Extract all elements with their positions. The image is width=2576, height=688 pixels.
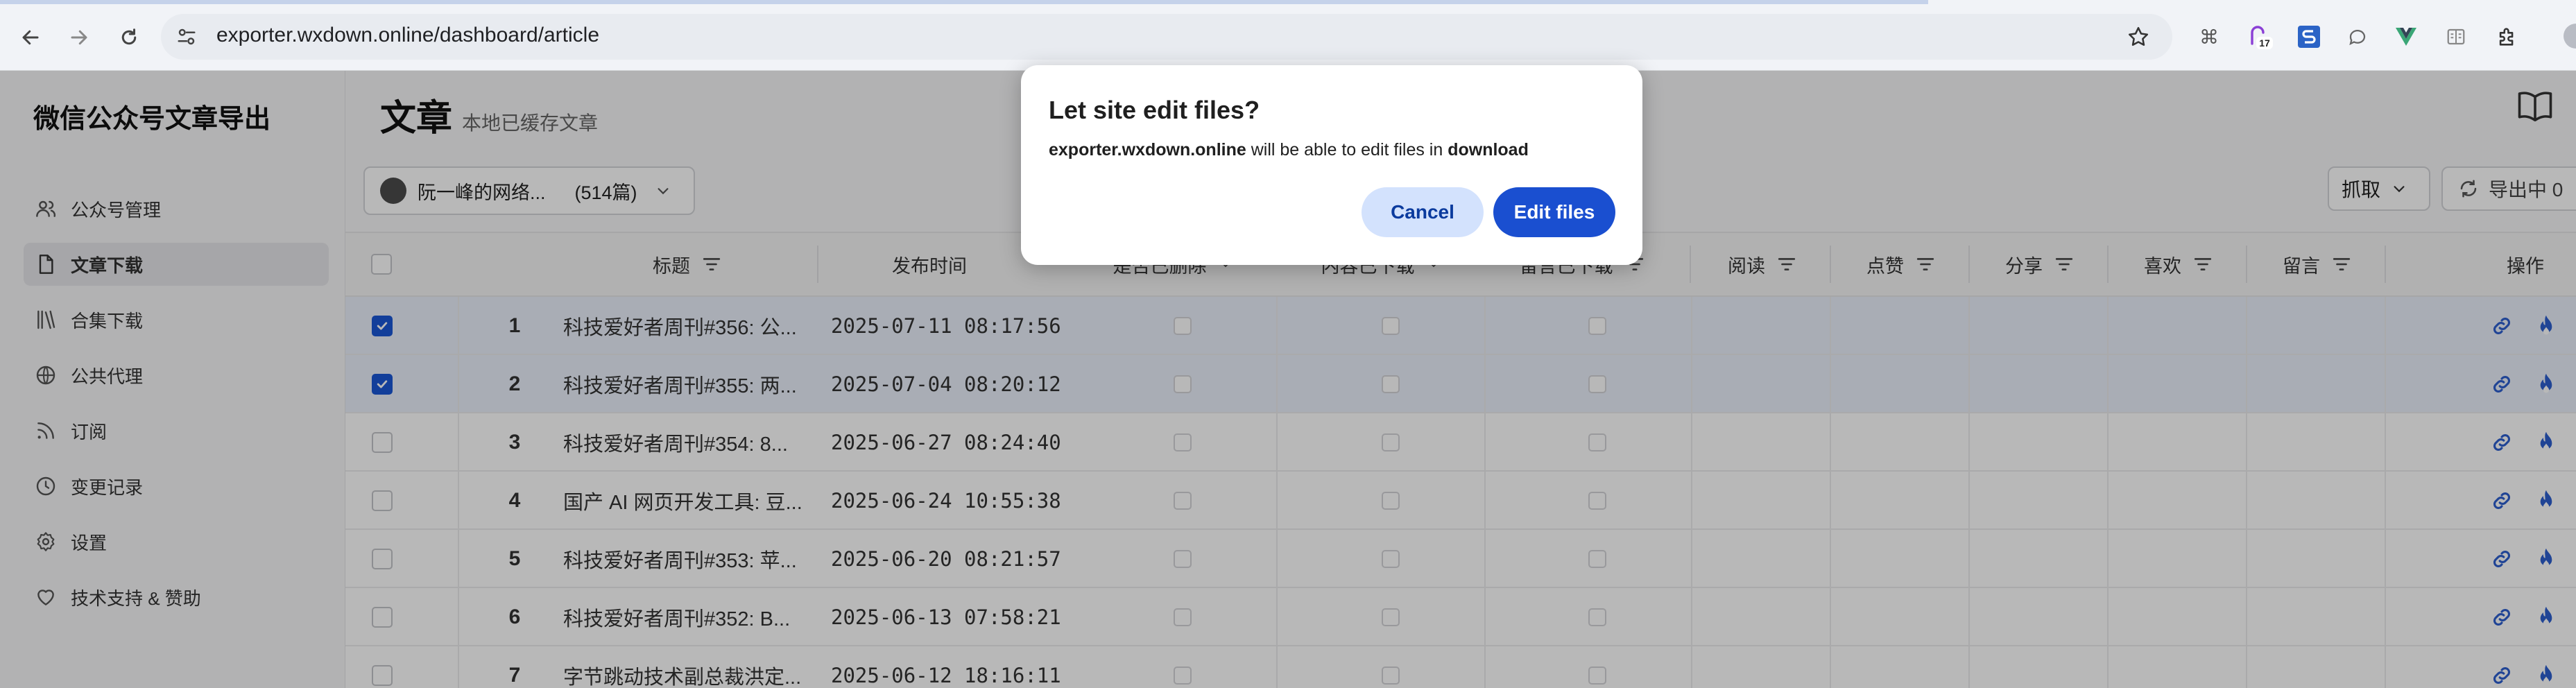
bookmark-star-icon[interactable] [2127,25,2150,49]
svg-text:17: 17 [2259,37,2270,49]
badge-extension-icon[interactable]: 17 [2243,21,2275,53]
extensions-puzzle-icon[interactable] [2491,21,2523,53]
arrow-left-icon [22,30,39,45]
dialog-site: exporter.wxdown.online [1049,140,1246,160]
site-settings-icon[interactable] [176,26,197,47]
reload-button[interactable] [111,19,147,55]
dialog-title: Let site edit files? [1049,96,1260,124]
cancel-button[interactable]: Cancel [1362,187,1484,237]
url-text[interactable]: exporter.wxdown.online/dashboard/article [216,24,599,47]
s-extension-icon[interactable] [2293,21,2325,53]
back-button[interactable] [12,19,49,55]
edit-files-button[interactable]: Edit files [1493,187,1615,237]
reader-extension-icon[interactable] [2440,21,2472,53]
dialog-folder: download [1448,140,1529,160]
forward-button[interactable] [61,19,97,55]
tab-strip-indicator [0,0,1928,4]
dialog-message-text: will be able to edit files in [1246,140,1448,160]
dialog-message: exporter.wxdown.online will be able to e… [1049,140,1529,160]
reload-icon [121,28,137,45]
arrow-right-icon [71,30,87,45]
chat-extension-icon[interactable] [2342,21,2373,53]
vue-extension-icon[interactable] [2390,21,2422,53]
command-extension-icon[interactable]: ⌘ [2193,21,2225,53]
